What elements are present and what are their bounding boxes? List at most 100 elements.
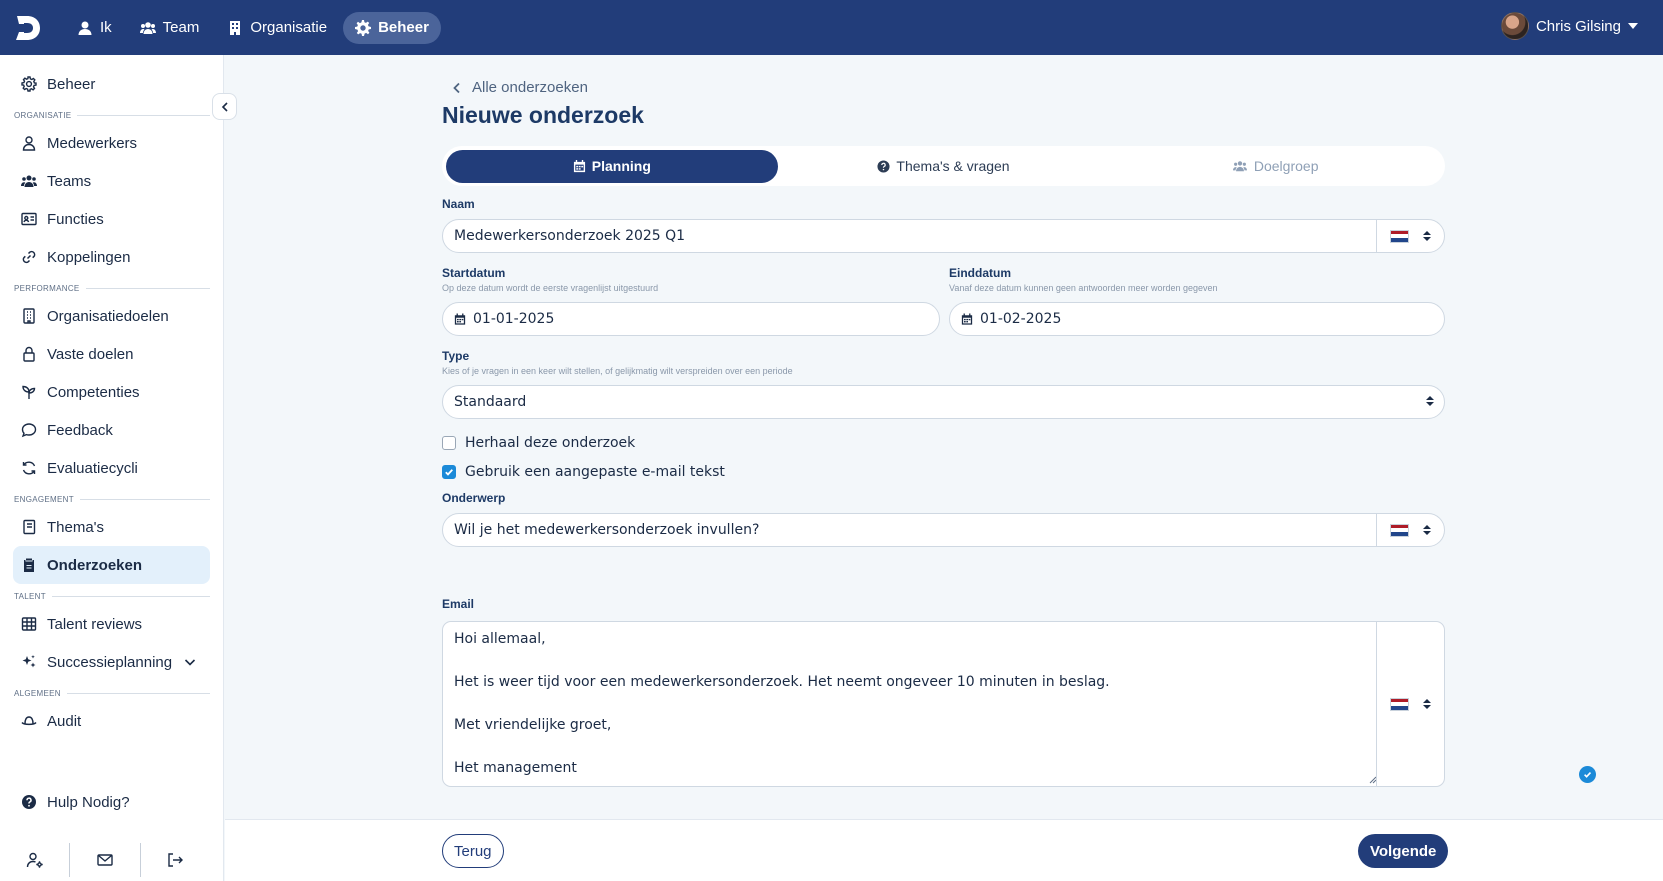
sidebar-item-label: Teams bbox=[47, 172, 92, 190]
sidebar-item-label: Thema's bbox=[47, 518, 105, 536]
tab-doelgroep[interactable]: Doelgroep bbox=[1109, 150, 1441, 183]
language-select[interactable] bbox=[1376, 514, 1444, 546]
logout-button[interactable] bbox=[141, 842, 210, 878]
sort-icon bbox=[1423, 525, 1431, 535]
back-link[interactable]: Alle onderzoeken bbox=[452, 79, 588, 96]
user-settings-button[interactable] bbox=[0, 842, 69, 878]
lock-icon bbox=[23, 346, 35, 362]
building-icon bbox=[23, 308, 35, 324]
custom-email-checkbox-row[interactable]: Gebruik een aangepaste e-mail tekst bbox=[442, 464, 725, 480]
sidebar-item-evaluatiecycli[interactable]: Evaluatiecycli bbox=[13, 449, 210, 487]
type-value: Standaard bbox=[454, 394, 527, 410]
language-select[interactable] bbox=[1376, 622, 1444, 786]
section-organisatie: ORGANISATIE bbox=[14, 111, 210, 120]
einddatum-input[interactable]: 01-02-2025 bbox=[949, 302, 1445, 336]
main-content: Alle onderzoeken Nieuwe onderzoek Planni… bbox=[225, 55, 1663, 881]
sidebar-item-themas[interactable]: Thema's bbox=[13, 508, 210, 546]
back-button[interactable]: Terug bbox=[442, 834, 504, 868]
type-label: Type bbox=[442, 349, 470, 363]
sidebar-item-teams[interactable]: Teams bbox=[13, 162, 210, 200]
next-button[interactable]: Volgende bbox=[1358, 834, 1449, 868]
avatar bbox=[1500, 12, 1529, 40]
topnav-ik[interactable]: Ik bbox=[65, 12, 124, 44]
sidebar-item-label: Feedback bbox=[47, 421, 113, 439]
email-textarea[interactable]: Hoi allemaal, Het is weer tijd voor een … bbox=[442, 621, 1596, 787]
sidebar-item-audit[interactable]: Audit bbox=[13, 702, 210, 740]
mail-icon bbox=[97, 854, 113, 866]
gear-icon bbox=[355, 19, 372, 36]
language-select[interactable] bbox=[1376, 220, 1444, 252]
sidebar-item-beheer[interactable]: Beheer bbox=[13, 65, 210, 103]
sidebar-item-label: Beheer bbox=[47, 75, 96, 93]
tab-label: Thema's & vragen bbox=[896, 158, 1010, 174]
sidebar-item-vaste-doelen[interactable]: Vaste doelen bbox=[13, 335, 210, 373]
repeat-label: Herhaal deze onderzoek bbox=[465, 435, 636, 451]
id-card-icon bbox=[21, 212, 37, 226]
mail-button[interactable] bbox=[70, 842, 139, 878]
logout-icon bbox=[168, 853, 184, 867]
startdatum-value: 01-01-2025 bbox=[473, 311, 555, 327]
topnav-team[interactable]: Team bbox=[128, 12, 212, 44]
sidebar-item-label: Koppelingen bbox=[47, 248, 131, 266]
gear-icon bbox=[21, 76, 37, 92]
topnav-organisatie[interactable]: Organisatie bbox=[215, 12, 339, 44]
sidebar-item-label: Organisatiedoelen bbox=[47, 307, 169, 325]
user-name: Chris Gilsing bbox=[1535, 17, 1621, 35]
sidebar-item-koppelingen[interactable]: Koppelingen bbox=[13, 238, 210, 276]
startdatum-hint: Op deze datum wordt de eerste vragenlijs… bbox=[442, 283, 659, 293]
top-navbar: Ik Team Organisatie Beheer Chris Gilsing bbox=[0, 0, 1663, 55]
users-icon bbox=[1232, 161, 1247, 172]
tab-themas-vragen[interactable]: Thema's & vragen bbox=[778, 150, 1110, 183]
sprout-icon bbox=[22, 385, 36, 399]
type-select[interactable]: Standaard bbox=[442, 385, 1445, 419]
sidebar-item-label: Talent reviews bbox=[47, 615, 143, 633]
sidebar-item-successieplanning[interactable]: Successieplanning bbox=[13, 643, 210, 681]
chevron-down-icon bbox=[184, 659, 196, 666]
email-line bbox=[454, 739, 1110, 760]
email-line: Het management bbox=[454, 760, 577, 776]
repeat-checkbox[interactable] bbox=[442, 436, 456, 450]
sidebar-item-organisatiedoelen[interactable]: Organisatiedoelen bbox=[13, 297, 210, 335]
sparkles-icon bbox=[22, 655, 36, 668]
onderwerp-input[interactable]: Wil je het medewerkersonderzoek invullen… bbox=[442, 513, 1445, 547]
help-link[interactable]: Hulp Nodig? bbox=[13, 783, 210, 821]
chat-bubble-icon bbox=[21, 423, 37, 438]
startdatum-input[interactable]: 01-01-2025 bbox=[442, 302, 940, 336]
topnav-beheer[interactable]: Beheer bbox=[343, 11, 441, 44]
tab-planning[interactable]: Planning bbox=[446, 149, 778, 183]
grammar-check-icon[interactable] bbox=[1579, 766, 1596, 783]
sidebar-item-functies[interactable]: Functies bbox=[13, 200, 210, 238]
email-label: Email bbox=[442, 597, 475, 611]
user-menu[interactable]: Chris Gilsing bbox=[1500, 12, 1638, 40]
user-settings-icon bbox=[26, 852, 43, 868]
email-line: Met vriendelijke groet, bbox=[454, 717, 612, 733]
type-hint: Kies of je vragen in een keer wilt stell… bbox=[442, 366, 793, 376]
email-line bbox=[454, 653, 1110, 674]
sidebar-item-label: Audit bbox=[47, 712, 82, 730]
email-line bbox=[454, 696, 1110, 717]
hat-icon bbox=[21, 716, 37, 726]
help-circle-icon bbox=[22, 795, 36, 809]
sidebar-item-feedback[interactable]: Feedback bbox=[13, 411, 210, 449]
email-line: Hoi allemaal, bbox=[454, 631, 546, 647]
sidebar-item-label: Evaluatiecycli bbox=[47, 459, 138, 477]
sidebar-item-competenties[interactable]: Competenties bbox=[13, 373, 210, 411]
custom-email-checkbox[interactable] bbox=[442, 465, 456, 479]
tab-label: Doelgroep bbox=[1253, 158, 1319, 174]
sidebar-item-onderzoeken[interactable]: Onderzoeken bbox=[13, 546, 210, 584]
sidebar-item-talent-reviews[interactable]: Talent reviews bbox=[13, 605, 210, 643]
sidebar-item-medewerkers[interactable]: Medewerkers bbox=[13, 124, 210, 162]
caret-down-icon bbox=[1628, 23, 1638, 29]
naam-input[interactable]: Medewerkersonderzoek 2025 Q1 bbox=[442, 219, 1445, 253]
sidebar-collapse-button[interactable] bbox=[212, 93, 237, 120]
section-algemeen: ALGEMEEN bbox=[14, 689, 210, 698]
back-link-label: Alle onderzoeken bbox=[472, 79, 588, 96]
app-logo[interactable] bbox=[13, 13, 43, 43]
topnav-ik-label: Ik bbox=[100, 19, 112, 36]
check-icon bbox=[445, 469, 453, 476]
refresh-icon bbox=[22, 461, 36, 475]
tab-label: Planning bbox=[591, 158, 651, 174]
repeat-checkbox-row[interactable]: Herhaal deze onderzoek bbox=[442, 435, 635, 451]
link-icon bbox=[22, 250, 36, 264]
topnav-organisatie-label: Organisatie bbox=[250, 19, 328, 36]
